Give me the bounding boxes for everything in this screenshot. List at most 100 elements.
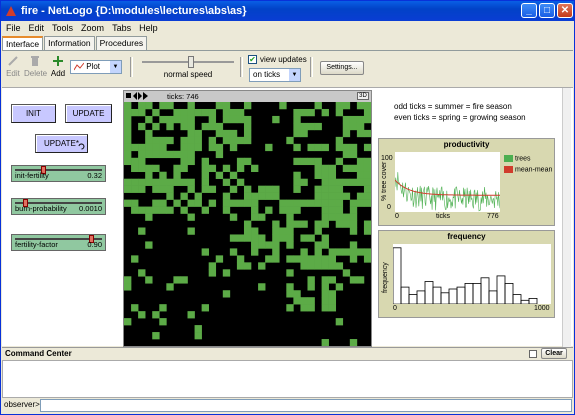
tree-patch (321, 290, 329, 298)
tree-patch (138, 102, 146, 110)
tab-procedures[interactable]: Procedures (95, 36, 148, 50)
tree-patch (314, 192, 322, 200)
trash-icon (31, 56, 39, 66)
update-mode-value: on ticks (253, 70, 281, 79)
tree-patch (300, 297, 308, 305)
clear-button[interactable]: Clear (541, 348, 567, 359)
toolbar-separator (130, 57, 133, 77)
tree-patch (293, 290, 301, 298)
menu-zoom[interactable]: Zoom (81, 23, 104, 33)
tree-patch (349, 164, 358, 173)
maximize-icon[interactable]: □ (539, 3, 555, 18)
tree-patch (356, 178, 365, 186)
tree-patch (321, 108, 329, 117)
tree-patch (272, 227, 280, 235)
tree-patch (138, 108, 146, 117)
tree-patch (314, 185, 322, 193)
menu-edit[interactable]: Edit (29, 23, 45, 33)
workspace-scrollbar[interactable] (562, 88, 571, 347)
tree-patch (342, 115, 351, 124)
tree-patch (166, 115, 174, 124)
tree-patch (307, 304, 315, 312)
tree-patch (187, 227, 195, 235)
tree-patch (286, 220, 294, 228)
init-fertility-slider[interactable]: init-fertility 0.32 (11, 165, 106, 182)
tree-patch (187, 108, 195, 117)
tree-patch (243, 157, 252, 166)
tree-patch (236, 255, 245, 263)
menu-help[interactable]: Help (139, 23, 158, 33)
tree-patch (229, 143, 238, 152)
menu-tabs[interactable]: Tabs (112, 23, 131, 33)
add-button[interactable]: Add (50, 55, 66, 78)
legend-trees: trees (504, 155, 531, 162)
tree-patch (349, 122, 358, 131)
tree-patch (342, 150, 351, 159)
init-button[interactable]: INIT (11, 104, 56, 123)
tree-patch (321, 297, 329, 305)
burn-probability-slider[interactable]: burn-probability 0.0010 (11, 198, 106, 215)
settings-button[interactable]: Settings... (320, 61, 364, 75)
tree-patch (187, 213, 195, 221)
histogram-bar (432, 286, 442, 305)
update-mode-dropdown[interactable]: on ticks ▼ (249, 68, 301, 82)
observer-prompt[interactable]: observer> (4, 400, 40, 409)
delete-button[interactable]: Delete (24, 55, 47, 78)
tree-patch (363, 255, 371, 263)
tree-patch (215, 122, 224, 131)
menu-tools[interactable]: Tools (52, 23, 73, 33)
view-updates-checkbox[interactable]: ✔ (248, 55, 257, 64)
close-icon[interactable]: ✕ (557, 3, 573, 18)
tree-patch (300, 122, 308, 131)
tree-patch (243, 185, 252, 193)
tree-patch (342, 102, 351, 110)
tree-patch (258, 213, 266, 221)
tree-patch (159, 185, 167, 193)
tree-patch (166, 192, 174, 200)
y-axis-label: frequency (382, 262, 389, 293)
tree-patch (138, 227, 146, 235)
tree-patch (321, 241, 329, 249)
world-view[interactable]: ticks: 746 3D (123, 90, 372, 347)
command-input[interactable] (40, 399, 572, 412)
3d-button[interactable]: 3D (357, 92, 369, 100)
tree-patch (138, 157, 146, 166)
tree-patch (286, 199, 294, 207)
tab-information[interactable]: Information (44, 36, 95, 50)
minimize-icon[interactable]: _ (521, 3, 537, 18)
tree-patch (272, 241, 280, 249)
legend-mean-mean: mean-mean (504, 166, 552, 173)
tree-patch (236, 115, 245, 124)
tree-patch (342, 192, 351, 200)
speed-slider-handle[interactable] (188, 56, 194, 68)
tree-patch (363, 199, 371, 207)
update-forever-button[interactable]: UPDATE* (35, 134, 88, 153)
tree-patch (328, 178, 337, 186)
maximize-panel-icon[interactable] (529, 350, 537, 358)
tree-patch (300, 129, 308, 138)
widget-type-dropdown[interactable]: Plot ▼ (70, 60, 122, 74)
fertility-factor-slider[interactable]: fertility-factor 0.90 (11, 234, 106, 251)
tree-patch (279, 199, 287, 207)
tree-patch (201, 185, 209, 193)
update-button[interactable]: UPDATE (65, 104, 112, 123)
tree-patch (314, 164, 322, 173)
menu-file[interactable]: File (6, 23, 21, 33)
view-control-icons[interactable] (126, 92, 148, 101)
command-output[interactable] (2, 360, 573, 398)
tree-patch (328, 192, 337, 200)
tree-patch (173, 178, 181, 186)
tab-interface[interactable]: Interface (2, 36, 44, 50)
frequency-histogram (392, 247, 538, 305)
tree-patch (356, 199, 365, 207)
tree-patch (258, 262, 266, 270)
edit-button[interactable]: Edit (5, 55, 21, 78)
legend-label: mean-mean (515, 166, 553, 174)
tree-patch (187, 143, 195, 152)
tree-patch (152, 199, 160, 207)
tree-patch (307, 234, 315, 242)
tree-patch (152, 178, 160, 186)
tree-patch (138, 269, 146, 277)
histogram-bar (392, 247, 402, 305)
tree-patch (180, 206, 188, 214)
